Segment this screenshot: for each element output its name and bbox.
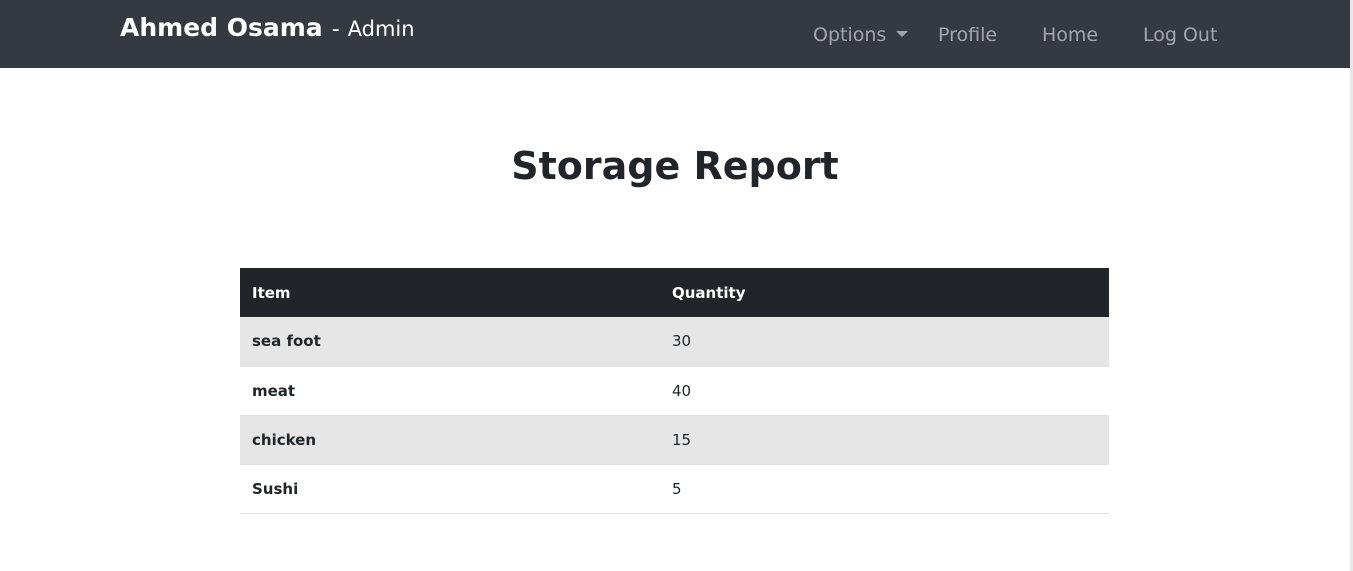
nav-link-profile[interactable]: Profile [938, 22, 997, 48]
table-header-row: Item Quantity [240, 268, 1109, 317]
item-cell: meat [240, 366, 660, 416]
item-cell: sea foot [240, 317, 660, 367]
nav-link-logout[interactable]: Log Out [1143, 22, 1217, 48]
nav-options-dropdown[interactable]: Options [813, 22, 909, 48]
top-navbar: Ahmed Osama - Admin Options Profile Home… [0, 0, 1350, 68]
caret-down-icon [896, 31, 909, 37]
storage-report-table: Item Quantity sea foot 30 meat 40 chicke… [240, 268, 1109, 514]
nav-link-home[interactable]: Home [1042, 22, 1098, 48]
table-row: sea foot 30 [240, 317, 1109, 367]
nav-options-label: Options [813, 24, 887, 46]
brand-user-name: Ahmed Osama [120, 13, 323, 42]
brand-user-role: Admin [347, 17, 415, 41]
quantity-cell: 5 [660, 464, 1109, 514]
item-cell: Sushi [240, 464, 660, 514]
column-header-item: Item [240, 268, 660, 317]
table-row: meat 40 [240, 366, 1109, 416]
page: Ahmed Osama - Admin Options Profile Home… [0, 0, 1353, 571]
page-title: Storage Report [511, 144, 839, 188]
column-header-quantity: Quantity [660, 268, 1109, 317]
quantity-cell: 30 [660, 317, 1109, 367]
brand-separator: - [331, 17, 340, 42]
navbar-brand[interactable]: Ahmed Osama - Admin [120, 13, 415, 47]
item-cell: chicken [240, 415, 660, 465]
table-row: chicken 15 [240, 415, 1109, 465]
quantity-cell: 40 [660, 366, 1109, 416]
quantity-cell: 15 [660, 415, 1109, 465]
table-row: Sushi 5 [240, 464, 1109, 514]
